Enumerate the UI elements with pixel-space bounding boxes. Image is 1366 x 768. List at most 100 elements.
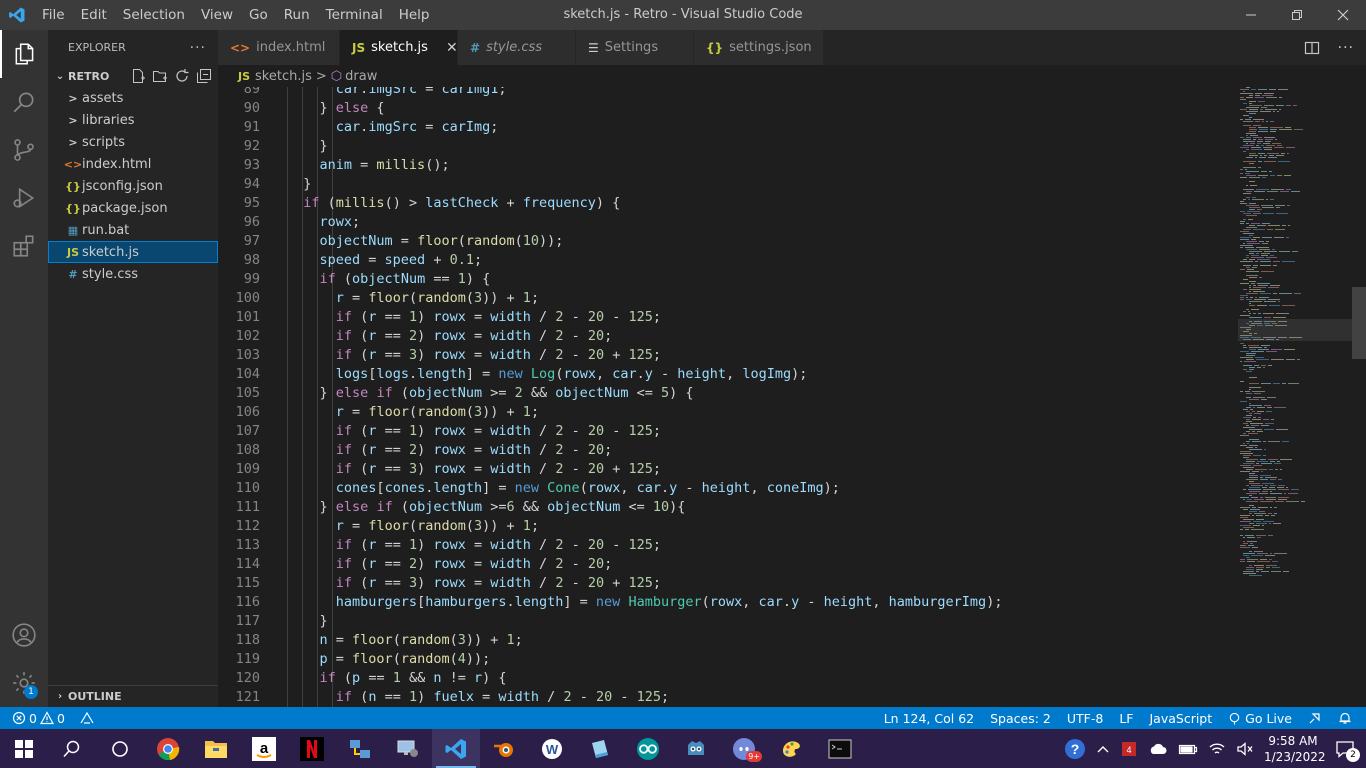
code-editor[interactable]: 89 car.imgSrc = carImg1; 90 } else {91 ca…	[218, 87, 1238, 707]
collapse-icon[interactable]	[196, 68, 212, 84]
menu-edit[interactable]: Edit	[73, 0, 115, 30]
source-control-icon[interactable]	[0, 126, 48, 174]
tray-app-icon[interactable]: 4	[1120, 740, 1138, 758]
problems-indicator[interactable]: 0 0	[12, 711, 65, 726]
network-app-icon[interactable]	[336, 729, 384, 768]
refresh-icon[interactable]	[174, 68, 190, 84]
minimap-token	[1270, 129, 1277, 130]
search-icon[interactable]	[48, 729, 96, 768]
new-file-icon[interactable]	[130, 68, 146, 84]
split-editor-icon[interactable]	[1304, 40, 1320, 56]
tab-style-css[interactable]: # style.css	[458, 30, 576, 65]
file-item-package-json[interactable]: {} package.json	[48, 197, 218, 219]
code-token: if	[319, 271, 336, 287]
file-item-jsconfig-json[interactable]: {} jsconfig.json	[48, 175, 218, 197]
help-icon[interactable]: ?	[1064, 738, 1086, 760]
cursor-position[interactable]: Ln 124, Col 62	[884, 711, 974, 726]
file-item-index-html[interactable]: <> index.html	[48, 153, 218, 175]
end-of-line[interactable]: LF	[1119, 711, 1133, 726]
menu-go[interactable]: Go	[241, 0, 276, 30]
paint-icon[interactable]	[768, 729, 816, 768]
account-icon[interactable]	[0, 611, 48, 659]
scrollbar-thumb[interactable]	[1352, 287, 1366, 359]
file-item-sketch-js[interactable]: JS sketch.js	[48, 241, 218, 263]
search-icon[interactable]	[0, 78, 48, 126]
tab-settings[interactable]: ☰ Settings	[576, 30, 694, 65]
explorer-icon[interactable]	[0, 30, 48, 78]
chrome-icon[interactable]	[144, 729, 192, 768]
new-folder-icon[interactable]	[152, 68, 168, 84]
tab-sketch-js[interactable]: JS sketch.js ✕	[340, 30, 458, 65]
encoding[interactable]: UTF-8	[1067, 711, 1103, 726]
close-icon[interactable]	[1320, 0, 1366, 30]
feedback-icon[interactable]	[1308, 711, 1322, 725]
file-explorer-icon[interactable]	[192, 729, 240, 768]
more-actions-icon[interactable]: ···	[190, 40, 206, 56]
run-debug-icon[interactable]	[0, 174, 48, 222]
godot-icon[interactable]	[672, 729, 720, 768]
tab-settings-json[interactable]: {} settings.json	[694, 30, 824, 65]
vscode-icon[interactable]	[432, 729, 480, 768]
breadcrumb-symbol[interactable]: draw	[345, 69, 377, 84]
file-tree: > assets > libraries > scripts <> index.html{} j…	[48, 87, 218, 285]
outline-section[interactable]: › OUTLINE	[48, 685, 218, 707]
tab-label: Settings	[604, 40, 659, 55]
wifi-icon[interactable]	[1208, 741, 1226, 757]
file-item-run-bat[interactable]: ▦ run.bat	[48, 219, 218, 241]
folder-item-libraries[interactable]: > libraries	[48, 109, 218, 131]
terminal-icon[interactable]	[816, 729, 864, 768]
code-token: floor	[368, 404, 409, 420]
task-view-icon[interactable]	[96, 729, 144, 768]
onedrive-cloud-icon[interactable]	[1148, 742, 1168, 756]
notifications-bell-icon[interactable]	[1338, 711, 1352, 725]
code-token: }	[287, 385, 336, 401]
language-mode[interactable]: JavaScript	[1149, 711, 1212, 726]
menu-selection[interactable]: Selection	[115, 0, 193, 30]
amazon-icon[interactable]: a	[240, 729, 288, 768]
minimap-token	[1284, 349, 1295, 350]
more-actions-icon[interactable]: ···	[1338, 40, 1354, 56]
chevron-up-icon[interactable]	[1096, 742, 1110, 756]
manage-gear-icon[interactable]: 1	[0, 659, 48, 707]
code-token: 20	[587, 423, 605, 439]
minimap-token	[1252, 431, 1255, 432]
paint3d-icon[interactable]	[576, 729, 624, 768]
extensions-icon[interactable]	[0, 222, 48, 270]
live-share-icon[interactable]	[79, 711, 95, 725]
line-code: if (r == 3) rowx = width / 2 - 20 + 125;	[260, 346, 661, 365]
minimize-icon[interactable]	[1228, 0, 1274, 30]
wordpad-icon[interactable]: W	[528, 729, 576, 768]
file-item-style-css[interactable]: # style.css	[48, 263, 218, 285]
tab-index-html[interactable]: <> index.html	[218, 30, 340, 65]
clock[interactable]: 9:58 AM 1/23/2022	[1264, 733, 1326, 765]
indentation[interactable]: Spaces: 2	[990, 711, 1051, 726]
minimap-token	[1243, 365, 1252, 366]
discord-icon[interactable]: 9+	[720, 729, 768, 768]
menu-run[interactable]: Run	[276, 0, 318, 30]
vertical-scrollbar[interactable]	[1352, 87, 1366, 707]
netflix-icon[interactable]	[288, 729, 336, 768]
battery-icon[interactable]	[1178, 742, 1198, 756]
folder-item-assets[interactable]: > assets	[48, 87, 218, 109]
chevron-right-icon: ›	[57, 691, 63, 702]
close-tab-icon[interactable]: ✕	[446, 40, 458, 56]
volume-muted-icon[interactable]	[1236, 741, 1254, 757]
line-number: 119	[235, 651, 260, 667]
menu-terminal[interactable]: Terminal	[318, 0, 391, 30]
code-token: 20	[587, 537, 605, 553]
arduino-icon[interactable]	[624, 729, 672, 768]
folder-item-scripts[interactable]: > scripts	[48, 131, 218, 153]
breadcrumb-file[interactable]: sketch.js	[255, 69, 312, 84]
minimap[interactable]	[1238, 87, 1352, 707]
notification-center-icon[interactable]: 2	[1332, 736, 1360, 762]
minimap-slider[interactable]	[1238, 319, 1352, 341]
start-icon[interactable]	[0, 729, 48, 768]
menu-file[interactable]: File	[34, 0, 73, 30]
menu-help[interactable]: Help	[391, 0, 438, 30]
go-live-button[interactable]: Go Live	[1228, 711, 1292, 726]
blender-icon[interactable]	[480, 729, 528, 768]
menu-view[interactable]: View	[193, 0, 241, 30]
device-manager-icon[interactable]	[384, 729, 432, 768]
folder-header-retro[interactable]: ⌄ RETRO	[48, 65, 218, 87]
restore-icon[interactable]	[1274, 0, 1320, 30]
